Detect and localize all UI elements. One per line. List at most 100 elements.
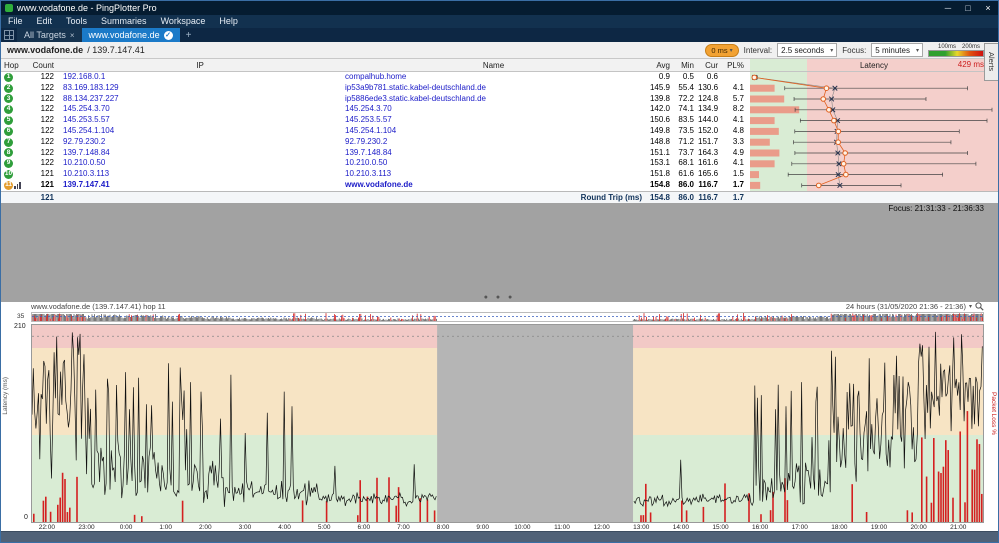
hop-graphed-icon	[14, 181, 21, 190]
hop-row[interactable]: 3 122 88.134.237.227 ip5886ede3.static.kabe…	[1, 93, 998, 105]
hop-row[interactable]: 9 122 10.210.0.50 10.210.0.50 153.1 68.1 161.6…	[1, 158, 998, 170]
tab-bar: All Targets × www.vodafone.de ✓ +	[1, 28, 998, 42]
hop-name: ip53a9b781.static.kabel-deutschland.de	[345, 82, 486, 92]
hop-row[interactable]: 10 121 10.210.3.113 10.210.3.113 151.8 61.6 16…	[1, 169, 998, 180]
tab-check-icon: ✓	[163, 30, 173, 40]
focus-select[interactable]: 5 minutes ▾	[871, 43, 923, 57]
hop-ip: 92.79.230.2	[63, 136, 106, 146]
hop-count: 122	[40, 136, 54, 146]
timeline-range-label[interactable]: 24 hours (31/05/2020 21:36 - 21:36)	[846, 302, 966, 311]
targets-grid-icon[interactable]	[4, 30, 14, 40]
header-avg[interactable]: Avg	[646, 61, 674, 70]
focus-range-label: Focus: 21:31:33 - 21:36:33	[888, 203, 984, 213]
maximize-button[interactable]: □	[958, 1, 978, 15]
menu-edit[interactable]: Edit	[30, 15, 60, 28]
hop-avg: 139.8	[649, 93, 670, 103]
hop-min: 73.7	[678, 147, 694, 157]
hop-rows: 1 122 192.168.0.1 compalhub.home 0.9 0.5 0.6 2 1…	[1, 72, 998, 191]
hop-cur: 134.9	[698, 104, 719, 114]
hop-pl: 3.3	[732, 136, 744, 146]
hop-row[interactable]: 11 121 139.7.147.41 www.vodafone.de 154.8 86.…	[1, 179, 998, 191]
hop-cell: 4	[1, 105, 25, 115]
header-pl[interactable]: PL%	[722, 61, 750, 70]
menu-summaries[interactable]: Summaries	[94, 15, 154, 28]
x-axis-label: 19:00	[870, 523, 888, 531]
menu-file[interactable]: File	[1, 15, 30, 28]
hop-min: 0.5	[682, 72, 694, 81]
header-ip[interactable]: IP	[59, 61, 341, 70]
tab-all-targets[interactable]: All Targets ×	[17, 28, 82, 42]
hop-status-icon: 11	[4, 180, 13, 190]
hop-name: 92.79.230.2	[345, 136, 388, 146]
hop-row[interactable]: 4 122 145.254.3.70 145.254.3.70 142.0 74.1 134…	[1, 104, 998, 116]
hop-min: 72.2	[678, 93, 694, 103]
hop-row[interactable]: 5 122 145.253.5.57 145.253.5.57 150.6 83.5 144…	[1, 115, 998, 126]
hop-avg: 148.8	[649, 136, 670, 146]
hop-avg: 0.9	[658, 72, 670, 81]
header-name[interactable]: Name	[341, 61, 646, 70]
hop-min: 68.1	[678, 158, 694, 168]
hop-cell: 1	[1, 72, 25, 82]
hop-row[interactable]: 1 122 192.168.0.1 compalhub.home 0.9 0.5 0.6	[1, 72, 998, 83]
timeline-overview-strip[interactable]	[31, 311, 984, 322]
hop-ip: 145.254.3.70	[63, 104, 110, 114]
interval-select[interactable]: 2.5 seconds ▾	[777, 43, 838, 57]
hop-count: 122	[40, 147, 54, 157]
alerts-side-tab[interactable]: Alerts	[984, 43, 998, 81]
tab-active-label: www.vodafone.de	[88, 30, 160, 40]
tab-active-target[interactable]: www.vodafone.de ✓	[81, 28, 180, 42]
hop-cur: 0.6	[706, 72, 718, 81]
header-cur[interactable]: Cur	[698, 61, 722, 70]
header-count[interactable]: Count	[25, 61, 59, 70]
minimize-button[interactable]: ─	[938, 1, 958, 15]
hop-count: 122	[40, 93, 54, 103]
splitter-handle[interactable]: ● ● ●	[484, 294, 516, 301]
tab-close-icon[interactable]: ×	[70, 31, 75, 40]
grid-header-row: Hop Count IP Name Avg Min Cur PL% Latenc…	[1, 59, 998, 72]
latency-timeline-plot[interactable]	[31, 323, 984, 523]
latency-scale-chip[interactable]: 0 ms ▾	[705, 43, 739, 57]
chevron-down-icon: ▾	[830, 47, 834, 54]
x-axis-label: 18:00	[831, 523, 848, 531]
hop-row[interactable]: 6 122 145.254.1.104 145.254.1.104 149.8 73.5 1…	[1, 125, 998, 137]
hop-name: 10.210.3.113	[345, 169, 392, 179]
hop-count: 122	[40, 158, 54, 168]
hop-latency-cell	[750, 136, 998, 148]
hop-row[interactable]: 8 122 139.7.148.84 139.7.148.84 151.1 73.7 164…	[1, 147, 998, 159]
hop-pl: 4.1	[732, 115, 744, 125]
app-logo-icon	[5, 4, 13, 12]
menu-help[interactable]: Help	[212, 15, 245, 28]
hop-ip: 88.134.237.227	[63, 93, 119, 103]
x-axis-label: 10:00	[514, 523, 531, 531]
hop-latency-cell	[750, 169, 998, 180]
hop-name: compalhub.home	[345, 72, 407, 81]
hop-avg: 153.1	[649, 158, 670, 168]
menu-workspace[interactable]: Workspace	[154, 15, 213, 28]
close-button[interactable]: ×	[978, 1, 998, 15]
header-min[interactable]: Min	[674, 61, 698, 70]
hop-latency-cell	[750, 82, 998, 94]
header-hop[interactable]: Hop	[1, 61, 25, 70]
x-axis-label: 7:00	[397, 523, 410, 531]
hop-avg: 154.8	[649, 179, 670, 189]
summary-avg: 154.8	[649, 192, 670, 202]
hop-cell: 11	[1, 180, 25, 190]
hop-avg: 142.0	[649, 104, 670, 114]
header-latency[interactable]: Latency 429 ms	[750, 59, 998, 71]
hop-ip: 10.210.3.113	[63, 169, 110, 179]
x-axis-label: 3:00	[238, 523, 252, 531]
new-tab-button[interactable]: +	[180, 28, 198, 42]
hop-ip: 192.168.0.1	[63, 72, 106, 81]
hop-status-icon: 6	[4, 126, 13, 136]
menu-tools[interactable]: Tools	[59, 15, 94, 28]
hop-min: 86.0	[678, 179, 694, 189]
chevron-down-icon[interactable]: ▾	[969, 303, 972, 310]
hop-row[interactable]: 7 122 92.79.230.2 92.79.230.2 148.8 71.2 151.7…	[1, 136, 998, 148]
latency-color-legend: 100ms 200ms	[928, 44, 984, 57]
hop-row[interactable]: 2 122 83.169.183.129 ip53a9b781.static.kabe…	[1, 82, 998, 94]
hop-min: 55.4	[678, 82, 694, 92]
hop-latency-cell	[750, 147, 998, 159]
legend-gradient-bar	[928, 49, 984, 57]
hop-name: 10.210.0.50	[345, 158, 388, 168]
zoom-icon[interactable]	[975, 302, 984, 311]
